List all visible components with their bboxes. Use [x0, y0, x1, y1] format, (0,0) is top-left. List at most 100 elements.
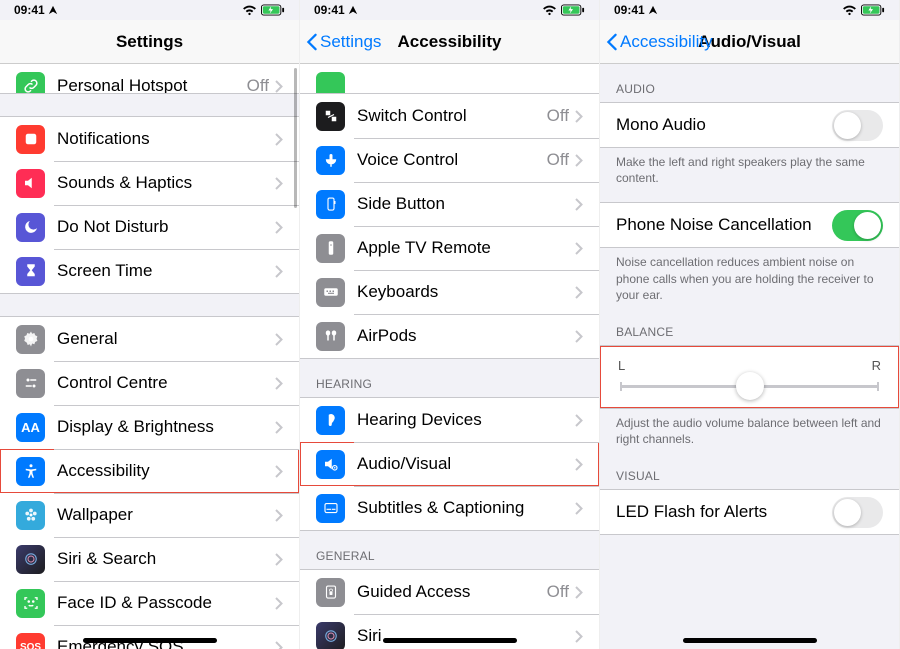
row-label: Mono Audio [616, 115, 832, 135]
moon-icon [16, 213, 45, 242]
chevron-right-icon [575, 198, 583, 211]
chain-icon [16, 72, 45, 95]
chevron-right-icon [275, 597, 283, 610]
row-label: Switch Control [357, 106, 547, 126]
row-siri-search[interactable]: Siri & Search [0, 537, 299, 581]
row-display-brightness[interactable]: AA Display & Brightness [0, 405, 299, 449]
status-bar: 09:41 [600, 0, 899, 20]
chevron-right-icon [575, 502, 583, 515]
row-airpods[interactable]: AirPods [300, 314, 599, 358]
back-button[interactable]: Settings [306, 32, 381, 52]
row-side-button[interactable]: Side Button [300, 182, 599, 226]
text-size-icon: AA [16, 413, 45, 442]
row-noise-cancellation[interactable]: Phone Noise Cancellation [600, 203, 899, 247]
chevron-right-icon [275, 265, 283, 278]
status-bar: 09:41 [0, 0, 299, 20]
row-face-id-passcode[interactable]: Face ID & Passcode [0, 581, 299, 625]
row-wallpaper[interactable]: Wallpaper [0, 493, 299, 537]
status-time: 09:41 [14, 3, 58, 17]
row-emergency-sos[interactable]: SOS Emergency SOS [0, 625, 299, 649]
scroll-indicator[interactable] [294, 68, 297, 208]
row-value: Off [547, 582, 569, 602]
row-value: Off [247, 76, 269, 94]
voice-icon [316, 146, 345, 175]
row-accessibility[interactable]: Accessibility [0, 449, 299, 493]
row-label: Voice Control [357, 150, 547, 170]
row-mono-audio[interactable]: Mono Audio [600, 103, 899, 147]
page-title: Accessibility [398, 32, 502, 52]
row-personal-hotspot[interactable]: Personal Hotspot Off [0, 64, 299, 94]
led-flash-switch[interactable] [832, 497, 883, 528]
row-notifications[interactable]: Notifications [0, 117, 299, 161]
flower-icon [16, 501, 45, 530]
row-audio-visual[interactable]: Audio/Visual [300, 442, 599, 486]
row-control-centre[interactable]: Control Centre [0, 361, 299, 405]
general-header: General [300, 531, 599, 569]
row-hearing-devices[interactable]: Hearing Devices [300, 398, 599, 442]
row-screen-time[interactable]: Screen Time [0, 249, 299, 293]
battery-icon [861, 4, 885, 16]
row-label: Sounds & Haptics [57, 173, 275, 193]
wifi-icon [842, 5, 857, 16]
side-button-icon [316, 190, 345, 219]
face-id-icon [16, 589, 45, 618]
row-truncated[interactable] [300, 64, 599, 94]
chevron-right-icon [275, 641, 283, 649]
chevron-right-icon [575, 458, 583, 471]
row-label: Accessibility [57, 461, 275, 481]
row-guided-access[interactable]: Guided Access Off [300, 570, 599, 614]
row-label: AirPods [357, 326, 575, 346]
row-voice-control[interactable]: Voice Control Off [300, 138, 599, 182]
battery-icon [261, 4, 285, 16]
chevron-right-icon [575, 630, 583, 643]
wifi-icon [242, 5, 257, 16]
subtitles-icon [316, 494, 345, 523]
balance-header: Balance [600, 307, 899, 345]
visual-header: Visual [600, 451, 899, 489]
row-apple-tv-remote[interactable]: Apple TV Remote [300, 226, 599, 270]
chevron-right-icon [575, 330, 583, 343]
row-label: Hearing Devices [357, 410, 575, 430]
row-siri[interactable]: Siri [300, 614, 599, 649]
row-keyboards[interactable]: Keyboards [300, 270, 599, 314]
lock-icon [316, 578, 345, 607]
row-sounds-haptics[interactable]: Sounds & Haptics [0, 161, 299, 205]
row-label: LED Flash for Alerts [616, 502, 832, 522]
home-indicator[interactable] [683, 638, 817, 643]
wifi-icon [542, 5, 557, 16]
row-label: Apple TV Remote [357, 238, 575, 258]
noise-cancellation-switch[interactable] [832, 210, 883, 241]
sos-icon: SOS [16, 633, 45, 649]
row-switch-control[interactable]: Switch Control Off [300, 94, 599, 138]
row-label: Screen Time [57, 261, 275, 281]
row-label: Control Centre [57, 373, 275, 393]
siri-icon [16, 545, 45, 574]
accessibility-icon [16, 457, 45, 486]
hearing-header: Hearing [300, 359, 599, 397]
row-led-flash[interactable]: LED Flash for Alerts [600, 490, 899, 534]
home-indicator[interactable] [383, 638, 517, 643]
audio-visual-screen: 09:41 Accessibility Audio/Visual Audio M… [600, 0, 900, 649]
nav-bar: Accessibility Audio/Visual [600, 20, 899, 64]
back-button[interactable]: Accessibility [606, 32, 713, 52]
row-label: Display & Brightness [57, 417, 275, 437]
mono-audio-switch[interactable] [832, 110, 883, 141]
balance-slider-thumb[interactable] [736, 372, 764, 400]
home-indicator[interactable] [83, 638, 217, 643]
noise-cancellation-footer: Noise cancellation reduces ambient noise… [600, 248, 899, 307]
chevron-right-icon [275, 177, 283, 190]
siri-icon [316, 622, 345, 649]
row-subtitles-captioning[interactable]: Subtitles & Captioning [300, 486, 599, 530]
chevron-right-icon [275, 221, 283, 234]
row-label: Siri [357, 626, 575, 646]
row-label: General [57, 329, 275, 349]
audio-visual-icon [316, 450, 345, 479]
row-general[interactable]: General [0, 317, 299, 361]
mono-audio-footer: Make the left and right speakers play th… [600, 148, 899, 190]
balance-right-label: R [872, 358, 881, 373]
switch-control-icon [316, 102, 345, 131]
chevron-right-icon [275, 80, 283, 93]
balance-slider[interactable]: L R [600, 346, 899, 408]
row-do-not-disturb[interactable]: Do Not Disturb [0, 205, 299, 249]
chevron-right-icon [575, 242, 583, 255]
